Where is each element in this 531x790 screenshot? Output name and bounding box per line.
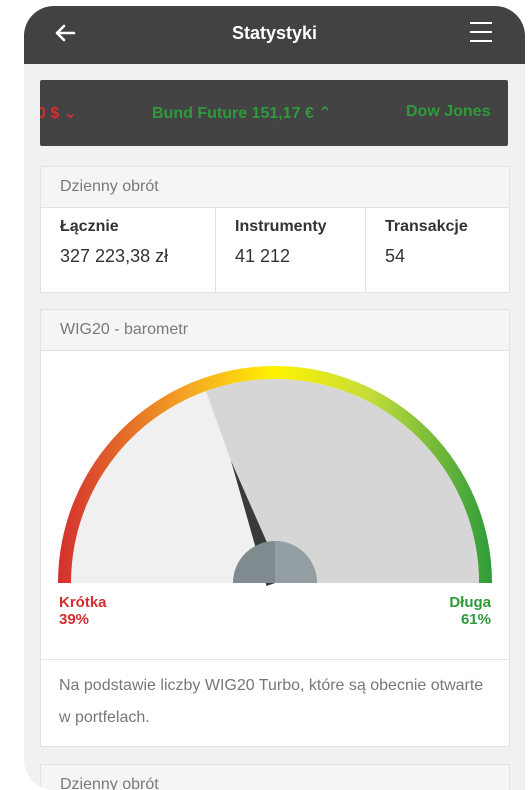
stat-label: Transakcje — [385, 218, 468, 235]
barometer-gauge: Krótka 39% Długa 61% — [41, 351, 509, 659]
phone-screen: Statystyki 00 $ ⌄ Bund Future 151,17 € ⌃… — [24, 6, 525, 790]
ticker-item: Dow Jones — [406, 103, 491, 120]
chevron-down-icon: ⌄ — [63, 105, 77, 122]
short-position-label: Krótka 39% — [59, 594, 107, 628]
card-title: WIG20 - barometr — [41, 310, 509, 351]
stat-instruments: Instrumenty 41 212 — [216, 208, 366, 292]
stock-ticker: 00 $ ⌄ Bund Future 151,17 € ⌃ Dow Jones — [40, 80, 508, 146]
card-title: Dzienny obrót — [41, 765, 509, 790]
barometer-note: Na podstawie liczby WIG20 Turbo, które s… — [41, 659, 509, 746]
long-position-label: Długa 61% — [449, 594, 491, 628]
stat-label: Instrumenty — [235, 218, 327, 235]
hamburger-menu-icon[interactable] — [470, 22, 492, 44]
page-title: Statystyki — [231, 23, 318, 43]
stat-label: Łącznie — [60, 218, 119, 235]
daily-turnover-card-2: Dzienny obrót — [40, 764, 510, 790]
daily-turnover-card: Dzienny obrót Łącznie 327 223,38 zł Inst… — [40, 166, 510, 293]
wig20-barometer-card: WIG20 - barometr Krótka 39% Długa 61% Na… — [40, 309, 510, 747]
card-title: Dzienny obrót — [41, 167, 509, 208]
stat-value: 54 — [385, 246, 406, 266]
top-bar: Statystyki — [24, 6, 525, 64]
chevron-up-icon: ⌃ — [318, 105, 332, 122]
stat-value: 41 212 — [235, 246, 291, 266]
ticker-item: Bund Future 151,17 € ⌃ — [152, 105, 332, 122]
ticker-item: 00 $ ⌄ — [40, 105, 77, 122]
stat-value: 327 223,38 zł — [60, 246, 169, 266]
gauge-graphic — [58, 366, 492, 586]
stat-transactions: Transakcje 54 — [366, 208, 505, 292]
stat-total: Łącznie 327 223,38 zł — [41, 208, 216, 292]
